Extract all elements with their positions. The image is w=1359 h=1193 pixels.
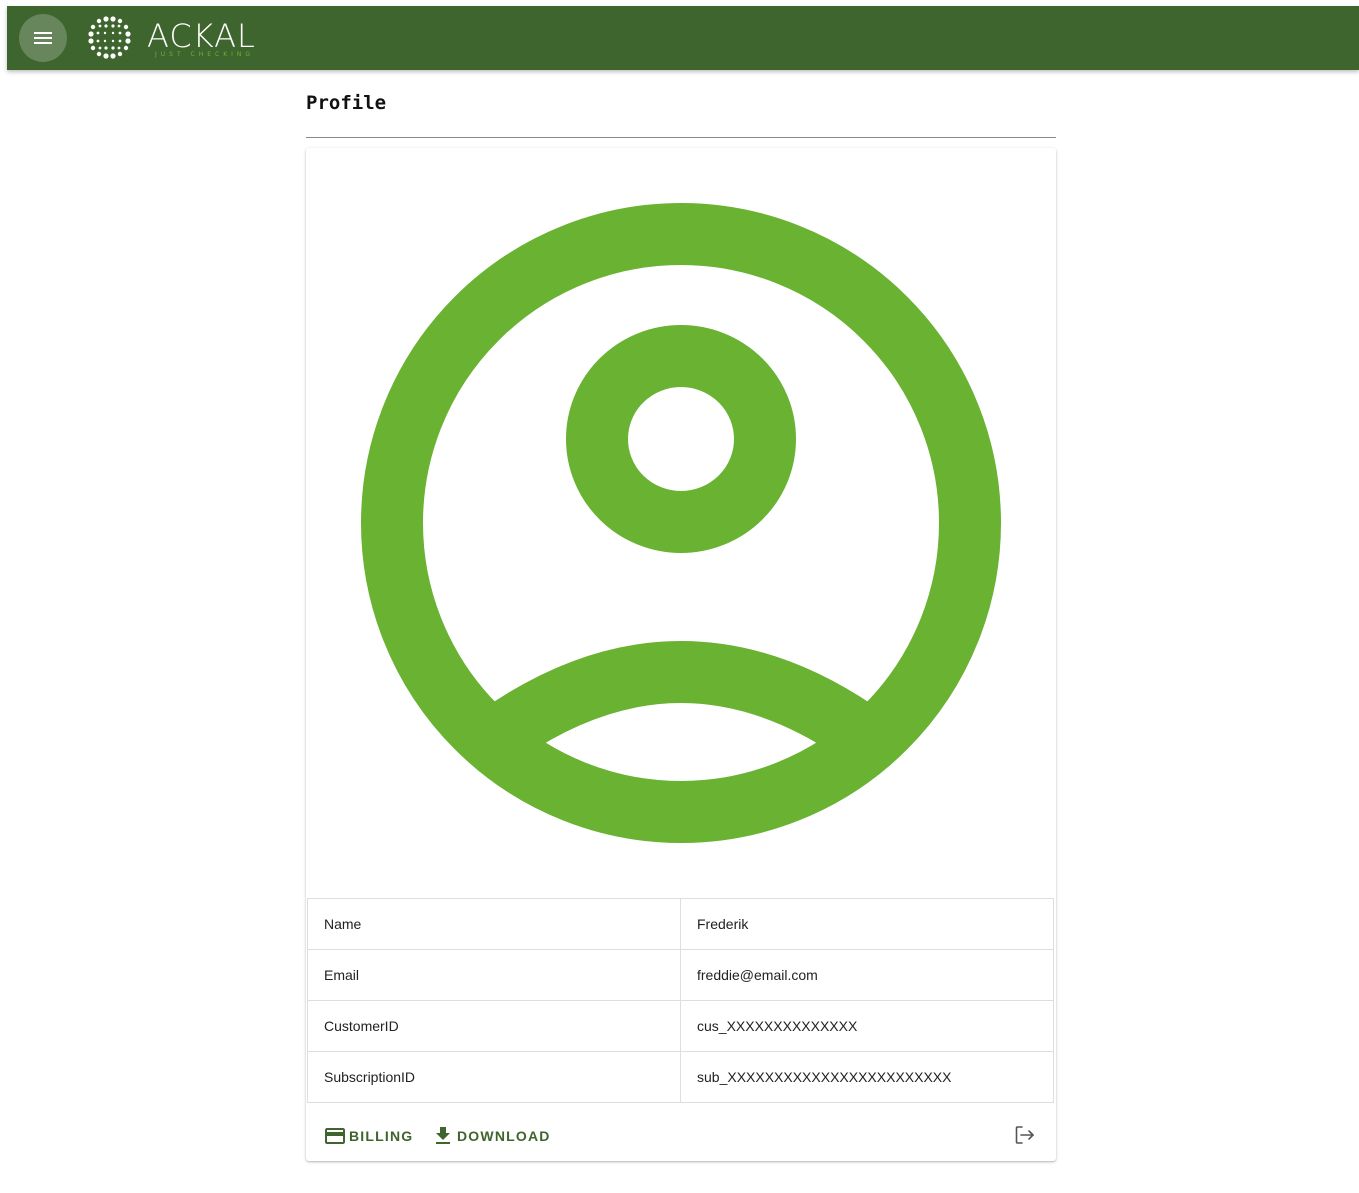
billing-label: BILLING [349,1128,414,1144]
logo-dots-icon [88,16,131,59]
card-actions: BILLING DOWNLOAD [306,1110,1056,1161]
download-button[interactable]: DOWNLOAD [431,1124,551,1148]
hamburger-icon [34,32,52,44]
table-row: CustomerID cus_XXXXXXXXXXXXXX [307,1000,1054,1052]
brand-name: ACKAL [147,17,256,55]
brand-logo[interactable]: ACKAL JUST CHECKING [85,13,255,63]
table-row: SubscriptionID sub_XXXXXXXXXXXXXXXXXXXXX… [307,1051,1054,1103]
row-label-customer-id: CustomerID [307,1000,681,1052]
menu-button[interactable] [19,14,67,62]
row-label-subscription-id: SubscriptionID [307,1051,681,1103]
table-row: Email freddie@email.com [307,949,1054,1001]
row-label-email: Email [307,949,681,1001]
row-value-subscription-id: sub_XXXXXXXXXXXXXXXXXXXXXXXX [680,1051,1054,1103]
billing-button[interactable]: BILLING [323,1124,413,1148]
profile-details-table: Name Frederik Email freddie@email.com Cu… [307,898,1054,1103]
brand-tagline: JUST CHECKING [155,51,255,58]
title-divider [306,137,1056,138]
table-row: Name Frederik [307,898,1054,950]
logout-icon[interactable] [1012,1123,1036,1147]
row-value-customer-id: cus_XXXXXXXXXXXXXX [680,1000,1054,1052]
page-title: Profile [306,92,387,114]
account-circle-icon [361,203,1001,843]
row-label-name: Name [307,898,681,950]
row-value-name: Frederik [680,898,1054,950]
credit-card-icon [325,1128,345,1144]
row-value-email: freddie@email.com [680,949,1054,1001]
download-label: DOWNLOAD [457,1128,551,1144]
download-icon [436,1127,450,1144]
app-bar: ACKAL JUST CHECKING [7,6,1359,70]
profile-card: Name Frederik Email freddie@email.com Cu… [306,148,1056,1161]
